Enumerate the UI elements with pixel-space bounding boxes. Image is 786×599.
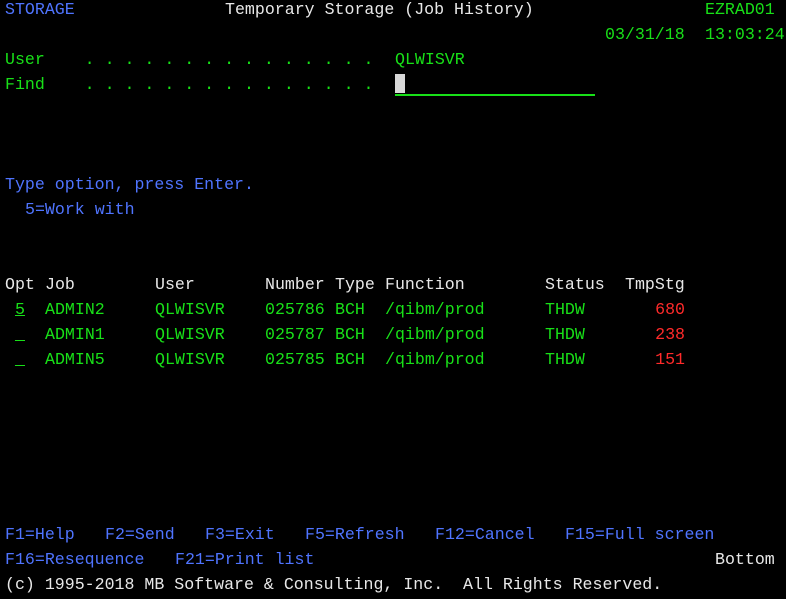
column-header-opt: Opt: [5, 275, 35, 294]
cell-job: ADMIN1: [45, 325, 105, 344]
column-header-number: Number: [265, 275, 325, 294]
fkey-f21[interactable]: F21=Print list: [175, 547, 314, 572]
find-input[interactable]: [395, 72, 595, 96]
column-header-user: User: [155, 275, 195, 294]
instruction-text: Type option, press Enter.: [5, 175, 254, 194]
user-value: QLWISVR: [395, 50, 465, 69]
cell-number: 025785: [265, 350, 325, 369]
fkey-f3[interactable]: F3=Exit: [205, 522, 275, 547]
option-input[interactable]: _: [15, 322, 25, 347]
cell-function: /qibm/prod: [385, 300, 485, 319]
column-header-status: Status: [545, 275, 605, 294]
cell-job: ADMIN2: [45, 300, 105, 319]
program-name: STORAGE: [5, 0, 75, 19]
column-header-function: Function: [385, 275, 465, 294]
fkey-f12[interactable]: F12=Cancel: [435, 522, 535, 547]
system-name: EZRAD01: [705, 0, 775, 19]
option-legend: 5=Work with: [25, 200, 135, 219]
find-label: Find . . . . . . . . . . . . . . .: [5, 75, 374, 94]
cell-status: THDW: [545, 325, 585, 344]
fkey-f2[interactable]: F2=Send: [105, 522, 175, 547]
fkey-f16[interactable]: F16=Resequence: [5, 547, 144, 572]
user-label: User . . . . . . . . . . . . . . .: [5, 50, 374, 69]
cell-function: /qibm/prod: [385, 350, 485, 369]
column-header-type: Type: [335, 275, 375, 294]
option-input[interactable]: 5: [15, 297, 25, 322]
cell-tmpstg: 238: [655, 325, 685, 344]
cell-number: 025787: [265, 325, 325, 344]
screen-title: Temporary Storage (Job History): [225, 0, 534, 19]
cell-job: ADMIN5: [45, 350, 105, 369]
cell-number: 025786: [265, 300, 325, 319]
option-input[interactable]: _: [15, 347, 25, 372]
cell-user: QLWISVR: [155, 350, 225, 369]
cell-user: QLWISVR: [155, 325, 225, 344]
fkey-f1[interactable]: F1=Help: [5, 522, 75, 547]
fkey-f15[interactable]: F15=Full screen: [565, 522, 714, 547]
cell-status: THDW: [545, 350, 585, 369]
cell-tmpstg: 151: [655, 350, 685, 369]
cursor: [395, 74, 405, 93]
fkey-f5[interactable]: F5=Refresh: [305, 522, 405, 547]
copyright: (c) 1995-2018 MB Software & Consulting, …: [5, 575, 663, 594]
cell-function: /qibm/prod: [385, 325, 485, 344]
column-header-tmpstg: TmpStg: [625, 275, 685, 294]
cell-user: QLWISVR: [155, 300, 225, 319]
cell-tmpstg: 680: [655, 300, 685, 319]
date: 03/31/18: [605, 25, 685, 44]
cell-type: BCH: [335, 300, 365, 319]
time: 13:03:24: [705, 25, 785, 44]
scroll-indicator: Bottom: [715, 550, 775, 569]
cell-type: BCH: [335, 325, 365, 344]
column-header-job: Job: [45, 275, 75, 294]
cell-type: BCH: [335, 350, 365, 369]
cell-status: THDW: [545, 300, 585, 319]
